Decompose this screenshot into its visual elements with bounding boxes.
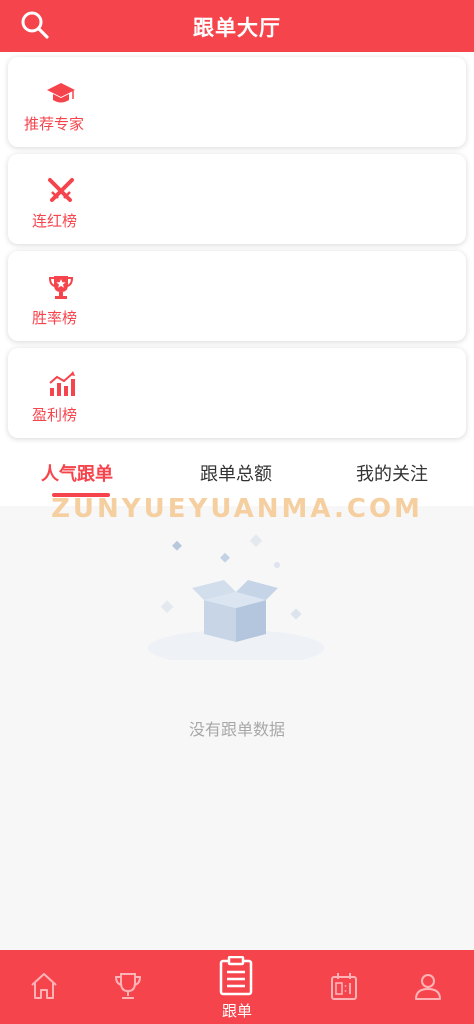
card-label: 推荐专家 [24,115,85,133]
trophy-icon[interactable] [112,970,144,1002]
top-bar: 跟单大厅 [0,0,474,52]
tabbar-label-follow[interactable]: 跟单 [0,1000,474,1021]
bar-chart-icon [49,371,75,396]
empty-box-icon [148,534,324,660]
crossed-swords-icon [48,178,74,202]
card-recommended-experts[interactable]: 推荐专家 [8,57,466,147]
scoreboard-icon[interactable] [328,970,360,1002]
trophy-icon [48,276,74,299]
graduation-cap-icon [47,83,75,103]
user-icon[interactable] [412,970,444,1002]
category-list: 推荐专家 连红榜 胜率榜 盈利榜 [0,52,474,444]
bottom-tab-bar: 跟单 [0,950,474,1024]
clipboard-icon[interactable] [218,956,254,996]
card-label: 胜率榜 [32,309,78,327]
card-win-rate[interactable]: 胜率榜 [8,251,466,341]
card-winning-streak[interactable]: 连红榜 [8,154,466,244]
page-title: 跟单大厅 [193,16,281,40]
card-label: 盈利榜 [32,406,78,424]
watermark: ZUNYUEYUANMA.COM [51,494,423,524]
tab-popular[interactable]: 人气跟单 [41,460,113,486]
tab-my-follows[interactable]: 我的关注 [356,460,428,486]
tab-total-amount[interactable]: 跟单总额 [200,460,272,486]
card-profit[interactable]: 盈利榜 [8,348,466,438]
home-icon[interactable] [28,970,60,1002]
empty-message: 没有跟单数据 [188,720,285,739]
card-label: 连红榜 [32,212,78,230]
